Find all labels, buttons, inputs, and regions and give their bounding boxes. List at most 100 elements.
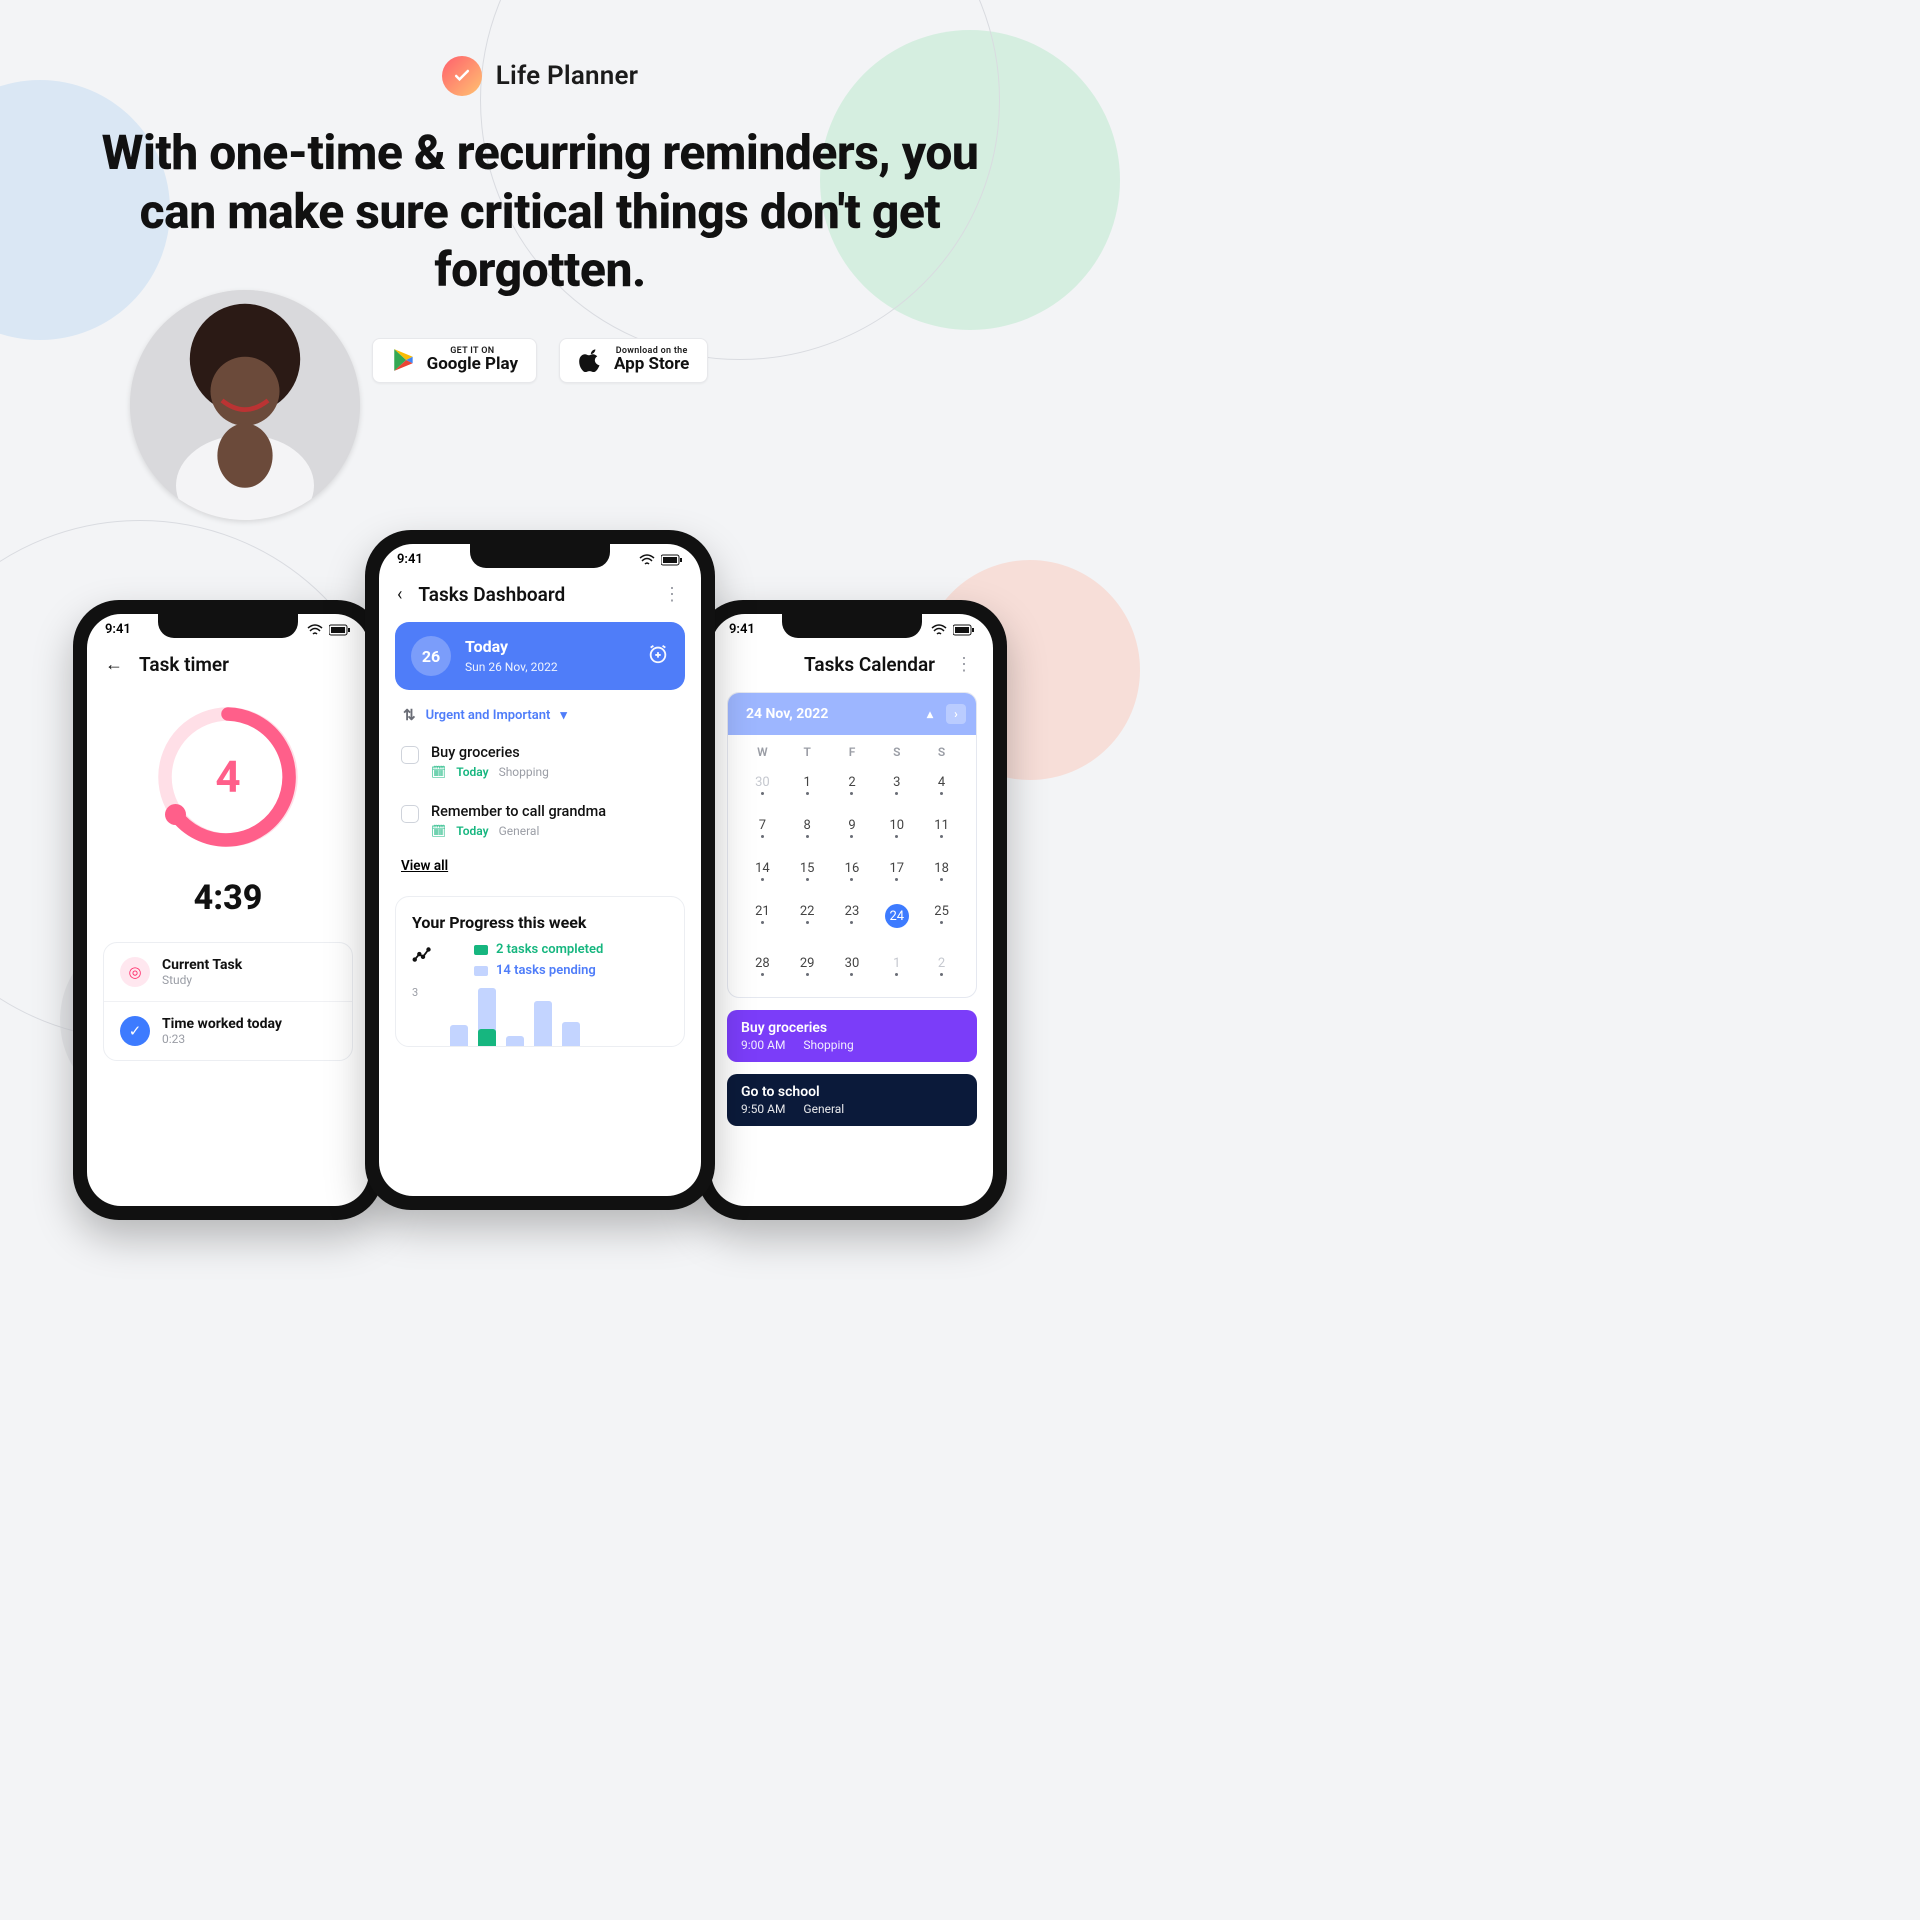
calendar-month-bar[interactable]: 24 Nov, 2022 ▴ › <box>728 693 976 735</box>
target-icon: ◎ <box>120 957 150 987</box>
calendar-day[interactable]: 11 <box>919 810 964 847</box>
phone-timer: 9:41 ← Task timer 4 <box>73 600 383 1220</box>
google-play-icon <box>391 347 417 373</box>
calendar-day[interactable]: 9 <box>830 810 875 847</box>
task-when: Today <box>456 765 488 779</box>
calendar-widget: 24 Nov, 2022 ▴ › WTFSS 30123478910111415… <box>727 692 977 998</box>
calendar-day[interactable]: 25 <box>919 896 964 942</box>
calendar-day[interactable]: 17 <box>874 853 919 890</box>
today-date-badge: 26 <box>411 636 451 676</box>
view-all-link[interactable]: View all <box>401 858 679 874</box>
calendar-day[interactable]: 22 <box>785 896 830 942</box>
task-category: General <box>499 824 540 838</box>
task-name: Remember to call grandma <box>431 803 606 820</box>
wifi-icon <box>931 624 947 636</box>
chart-y-tick: 3 <box>412 986 418 999</box>
progress-card: Your Progress this week 2 tasks complete… <box>395 896 685 1047</box>
weekday-label: T <box>785 745 830 759</box>
more-icon[interactable]: ⋮ <box>955 654 975 675</box>
sort-icon: ⇅ <box>403 706 416 724</box>
event-name: Buy groceries <box>741 1020 963 1036</box>
event-category: General <box>803 1102 844 1116</box>
dashboard-title: Tasks Dashboard <box>418 583 647 606</box>
calendar-day[interactable]: 30 <box>830 948 875 985</box>
chart-bar <box>562 1022 580 1046</box>
chevron-down-icon: ▾ <box>560 708 567 723</box>
calendar-day[interactable]: 28 <box>740 948 785 985</box>
notch <box>158 614 298 638</box>
chart-bar <box>478 988 496 1046</box>
check-circle-icon: ✓ <box>120 1016 150 1046</box>
back-icon[interactable]: ‹ <box>397 584 402 605</box>
calendar-day[interactable]: 3 <box>874 767 919 804</box>
today-card[interactable]: 26 Today Sun 26 Nov, 2022 <box>395 622 685 690</box>
wifi-icon <box>307 624 323 636</box>
calendar-day[interactable]: 24 <box>874 896 919 942</box>
task-row[interactable]: Buy groceries 🗓 Today Shopping <box>379 732 701 791</box>
current-task-row[interactable]: ◎ Current Task Study <box>104 943 352 1002</box>
chart-bar <box>506 1036 524 1046</box>
calendar-day[interactable]: 21 <box>740 896 785 942</box>
task-checkbox[interactable] <box>401 805 419 823</box>
task-row[interactable]: Remember to call grandma 🗓 Today General <box>379 791 701 850</box>
weekday-label: F <box>830 745 875 759</box>
task-category: Shopping <box>499 765 549 779</box>
calendar-day[interactable]: 29 <box>785 948 830 985</box>
weekday-label: S <box>919 745 964 759</box>
event-category: Shopping <box>803 1038 853 1052</box>
google-play-badge[interactable]: GET IT ON Google Play <box>372 338 537 383</box>
calendar-day[interactable]: 18 <box>919 853 964 890</box>
calendar-day[interactable]: 7 <box>740 810 785 847</box>
calendar-event[interactable]: Go to school 9:50 AMGeneral <box>727 1074 977 1126</box>
weekday-label: S <box>874 745 919 759</box>
brand-name: Life Planner <box>496 61 638 91</box>
battery-icon <box>661 554 683 566</box>
app-store-badge[interactable]: Download on the App Store <box>559 338 708 383</box>
task-checkbox[interactable] <box>401 746 419 764</box>
calendar-month-label: 24 Nov, 2022 <box>746 706 828 722</box>
headline: With one-time & recurring reminders, you… <box>60 124 1020 300</box>
legend-swatch-completed <box>474 945 488 955</box>
app-store-big: App Store <box>614 356 689 374</box>
current-task-value: Study <box>162 973 242 987</box>
calendar-day[interactable]: 8 <box>785 810 830 847</box>
calendar-day[interactable]: 2 <box>830 767 875 804</box>
status-icons <box>639 554 683 566</box>
current-task-label: Current Task <box>162 957 242 973</box>
chevron-up-icon[interactable]: ▴ <box>920 704 940 724</box>
calendar-day[interactable]: 10 <box>874 810 919 847</box>
calendar-title: Tasks Calendar <box>717 653 939 676</box>
add-alarm-icon[interactable] <box>647 643 669 670</box>
legend-pending: 14 tasks pending <box>496 963 596 978</box>
brand: Life Planner <box>0 56 1080 96</box>
calendar-day[interactable]: 16 <box>830 853 875 890</box>
wifi-icon <box>639 554 655 566</box>
google-play-big: Google Play <box>427 356 518 374</box>
calendar-icon: 🗓 <box>431 824 446 838</box>
chevron-right-icon[interactable]: › <box>946 704 966 724</box>
phone-calendar: 9:41 Tasks Calendar ⋮ 24 Nov, 2022 ▴ › <box>697 600 1007 1220</box>
time-worked-row[interactable]: ✓ Time worked today 0:23 <box>104 1002 352 1060</box>
calendar-event[interactable]: Buy groceries 9:00 AMShopping <box>727 1010 977 1062</box>
calendar-day[interactable]: 2 <box>919 948 964 985</box>
timer-ring: 4 <box>153 702 303 852</box>
calendar-day[interactable]: 1 <box>785 767 830 804</box>
filter-label: Urgent and Important <box>426 708 551 723</box>
legend-swatch-pending <box>474 966 488 976</box>
calendar-day[interactable]: 30 <box>740 767 785 804</box>
task-when: Today <box>456 824 488 838</box>
calendar-day[interactable]: 14 <box>740 853 785 890</box>
back-icon[interactable]: ← <box>105 654 123 675</box>
timer-title: Task timer <box>139 653 351 676</box>
more-icon[interactable]: ⋮ <box>663 584 683 605</box>
phone-dashboard: 9:41 ‹ Tasks Dashboard ⋮ 26 Today Sun 26… <box>365 530 715 1210</box>
calendar-day[interactable]: 1 <box>874 948 919 985</box>
calendar-day[interactable]: 4 <box>919 767 964 804</box>
calendar-day[interactable]: 23 <box>830 896 875 942</box>
brand-logo-icon <box>442 56 482 96</box>
today-sub: Sun 26 Nov, 2022 <box>465 660 558 674</box>
filter-row[interactable]: ⇅ Urgent and Important ▾ <box>379 690 701 732</box>
testimonial-avatar <box>130 290 360 520</box>
notch <box>470 544 610 568</box>
calendar-day[interactable]: 15 <box>785 853 830 890</box>
